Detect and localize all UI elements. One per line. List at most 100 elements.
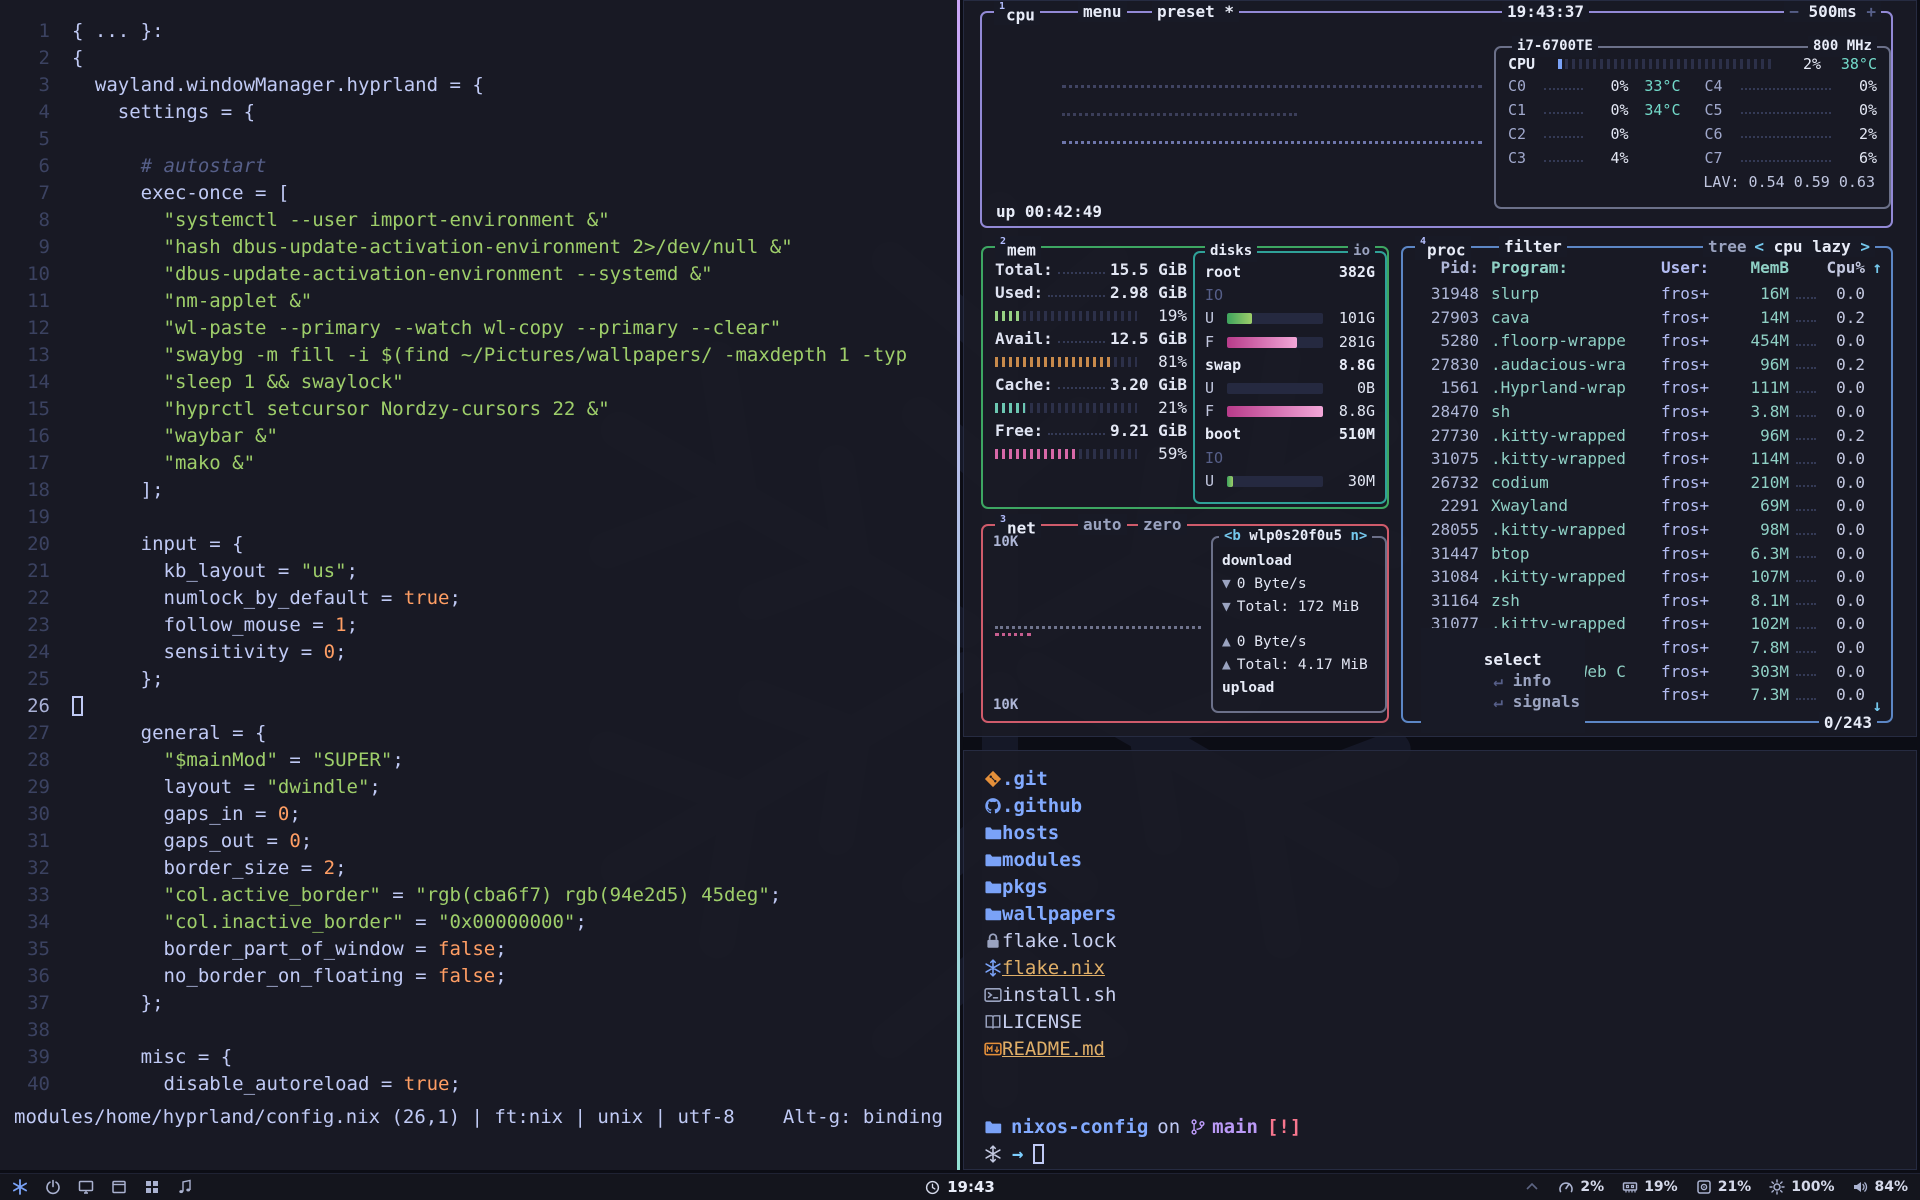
code-line[interactable]: 32 border_size = 2;	[0, 855, 957, 882]
code-line[interactable]: 27 general = {	[0, 720, 957, 747]
tray-expand-button[interactable]	[1524, 1179, 1540, 1195]
code-line[interactable]: 28 "$mainMod" = "SUPER";	[0, 747, 957, 774]
disks-panel-title[interactable]: disks	[1205, 241, 1257, 262]
proc-filter-button[interactable]: filter	[1499, 236, 1567, 257]
code-line[interactable]: 10 "dbus-update-activation-environment -…	[0, 261, 957, 288]
code-line[interactable]: 4 settings = {	[0, 99, 957, 126]
net-zero-toggle[interactable]: zero	[1138, 514, 1187, 535]
code-line[interactable]: 16 "waybar &"	[0, 423, 957, 450]
process-row[interactable]: 31447btopfros+6.3M0.0	[1403, 542, 1891, 566]
code-line[interactable]: 1{ ... }:	[0, 18, 957, 45]
code-line[interactable]: 11 "nm-applet &"	[0, 288, 957, 315]
code-line[interactable]: 24 sensitivity = 0;	[0, 639, 957, 666]
proc-info-action[interactable]: info	[1513, 671, 1552, 690]
btop-preset-button[interactable]: preset *	[1152, 1, 1239, 22]
process-table-header[interactable]: Pid: Program: User: MemB Cpu%	[1403, 256, 1891, 280]
code-line[interactable]: 12 "wl-paste --primary --watch wl-copy -…	[0, 315, 957, 342]
code-line[interactable]: 3 wayland.windowManager.hyprland = {	[0, 72, 957, 99]
proc-sort-control[interactable]: < cpu lazy >	[1749, 236, 1875, 257]
code-line[interactable]: 38	[0, 1017, 957, 1044]
process-row[interactable]: 1561.Hyprland-wrapfros+111M0.0	[1403, 376, 1891, 400]
bar-clock[interactable]: 19:43	[925, 1174, 995, 1200]
code-line[interactable]: 2{	[0, 45, 957, 72]
cpu-panel-title[interactable]: 1cpu	[994, 1, 1040, 25]
shell-input-line[interactable]: →	[984, 1143, 1044, 1165]
disks-io-toggle[interactable]: io	[1348, 241, 1375, 262]
display-module[interactable]	[78, 1179, 94, 1195]
process-row[interactable]: 26732codiumfros+210M0.0	[1403, 471, 1891, 495]
interval-decrease-button[interactable]: −	[1789, 2, 1799, 21]
code-line[interactable]: 20 input = {	[0, 531, 957, 558]
code-line[interactable]: 25 };	[0, 666, 957, 693]
brightness-module[interactable]: 100%	[1769, 1179, 1834, 1195]
process-row[interactable]: 2291Xwaylandfros+69M0.0	[1403, 494, 1891, 518]
header-memory[interactable]: MemB	[1733, 256, 1789, 280]
net-next-interface-button[interactable]: n>	[1350, 528, 1367, 544]
window-module[interactable]	[111, 1179, 127, 1195]
proc-select-action[interactable]: select	[1484, 650, 1542, 669]
process-row[interactable]: 27830.audacious-wrafros+96M0.2	[1403, 353, 1891, 377]
btop-menu-button[interactable]: menu	[1078, 1, 1127, 22]
code-line[interactable]: 14 "sleep 1 && swaylock"	[0, 369, 957, 396]
process-row[interactable]: 27903cavafros+14M0.2	[1403, 306, 1891, 330]
code-line[interactable]: 39 misc = {	[0, 1044, 957, 1071]
process-row[interactable]: 31164zshfros+8.1M0.0	[1403, 589, 1891, 613]
memory-module[interactable]: 19%	[1622, 1179, 1678, 1195]
code-line[interactable]: 22 numlock_by_default = true;	[0, 585, 957, 612]
process-row[interactable]: 27730.kitty-wrappedfros+96M0.2	[1403, 424, 1891, 448]
code-line[interactable]: 37 };	[0, 990, 957, 1017]
net-interface-title[interactable]: <b wlp0s20f0u5 n>	[1219, 526, 1372, 547]
process-row[interactable]: 31948slurpfros+16M0.0	[1403, 282, 1891, 306]
btop-interval-control[interactable]: − 500ms +	[1784, 1, 1881, 22]
cpu-usage-module[interactable]: 2%	[1558, 1179, 1604, 1195]
code-line[interactable]: 5	[0, 126, 957, 153]
memory-panel-title[interactable]: 2mem	[995, 236, 1041, 260]
code-line[interactable]: 6 # autostart	[0, 153, 957, 180]
code-line[interactable]: 9 "hash dbus-update-activation-environme…	[0, 234, 957, 261]
music-module[interactable]	[177, 1179, 193, 1195]
header-user[interactable]: User:	[1661, 256, 1733, 280]
code-line[interactable]: 17 "mako &"	[0, 450, 957, 477]
sort-prev-button[interactable]: <	[1754, 237, 1764, 256]
code-line[interactable]: 36 no_border_on_floating = false;	[0, 963, 957, 990]
net-prev-interface-button[interactable]: <b	[1224, 528, 1241, 544]
code-line[interactable]: 29 layout = "dwindle";	[0, 774, 957, 801]
code-line[interactable]: 18 ];	[0, 477, 957, 504]
launcher-button[interactable]	[12, 1179, 28, 1195]
code-area[interactable]: 1{ ... }:2{3 wayland.windowManager.hyprl…	[0, 18, 957, 1098]
code-line[interactable]: 13 "swaybg -m fill -i $(find ~/Pictures/…	[0, 342, 957, 369]
proc-tree-toggle[interactable]: tree	[1703, 236, 1752, 257]
code-line[interactable]: 31 gaps_out = 0;	[0, 828, 957, 855]
process-row[interactable]: 31075.kitty-wrappedfros+114M0.0	[1403, 447, 1891, 471]
disk-module[interactable]: 21%	[1696, 1179, 1752, 1195]
btop-window[interactable]: 1cpu menu preset * 19:43:37 − 500ms + i7…	[963, 0, 1917, 737]
editor-window[interactable]: 1{ ... }:2{3 wayland.windowManager.hyprl…	[0, 0, 960, 1170]
terminal-window[interactable]: .git.githubhostsmodulespkgswallpapersfla…	[963, 750, 1917, 1170]
code-line[interactable]: 23 follow_mouse = 1;	[0, 612, 957, 639]
code-line[interactable]: 8 "systemctl --user import-environment &…	[0, 207, 957, 234]
header-cpu[interactable]: Cpu%	[1821, 256, 1865, 280]
code-line[interactable]: 15 "hyprctl setcursor Nordzy-cursors 22 …	[0, 396, 957, 423]
code-line[interactable]: 19	[0, 504, 957, 531]
power-button[interactable]	[45, 1179, 61, 1195]
code-line[interactable]: 26	[0, 693, 957, 720]
process-row[interactable]: 28470shfros+3.8M0.0	[1403, 400, 1891, 424]
code-line[interactable]: 34 "col.inactive_border" = "0x00000000";	[0, 909, 957, 936]
scroll-up-icon[interactable]: ↑	[1872, 258, 1882, 277]
code-line[interactable]: 7 exec-once = [	[0, 180, 957, 207]
process-row[interactable]: 28055.kitty-wrappedfros+98M0.0	[1403, 518, 1891, 542]
code-line[interactable]: 21 kb_layout = "us";	[0, 558, 957, 585]
proc-signals-action[interactable]: signals	[1513, 692, 1580, 711]
net-auto-toggle[interactable]: auto	[1078, 514, 1127, 535]
process-row[interactable]: 5280.floorp-wrappefros+454M0.0	[1403, 329, 1891, 353]
header-program[interactable]: Program:	[1491, 256, 1661, 280]
code-line[interactable]: 30 gaps_in = 0;	[0, 801, 957, 828]
header-pid[interactable]: Pid:	[1403, 256, 1479, 280]
volume-module[interactable]: 84%	[1852, 1179, 1908, 1195]
code-line[interactable]: 40 disable_autoreload = true;	[0, 1071, 957, 1098]
apps-module[interactable]	[144, 1179, 160, 1195]
interval-increase-button[interactable]: +	[1866, 2, 1876, 21]
code-line[interactable]: 33 "col.active_border" = "rgb(cba6f7) rg…	[0, 882, 957, 909]
sort-next-button[interactable]: >	[1860, 237, 1870, 256]
process-row[interactable]: 31084.kitty-wrappedfros+107M0.0	[1403, 565, 1891, 589]
